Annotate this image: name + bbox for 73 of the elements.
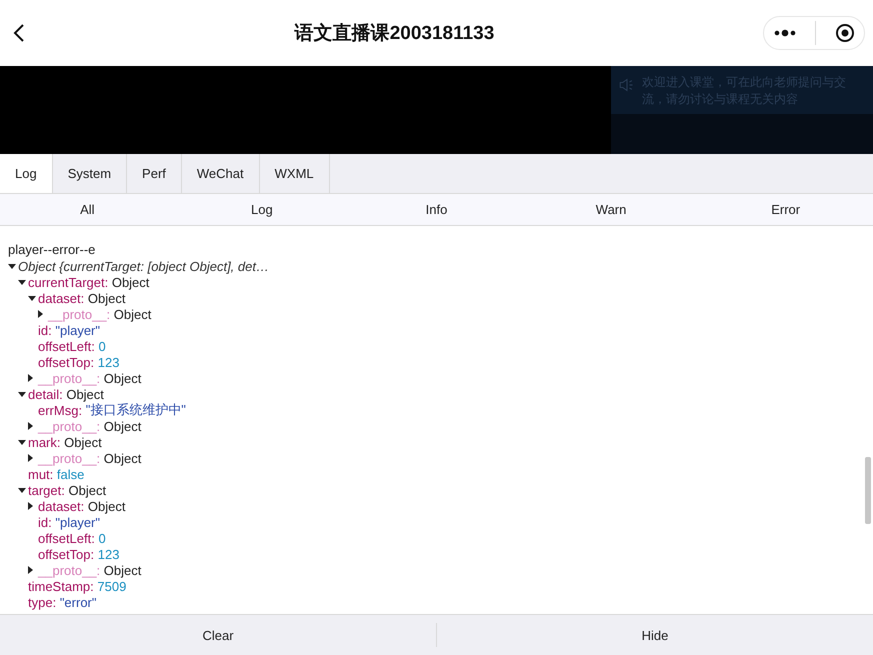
collapsed-arrow-icon[interactable] — [28, 502, 33, 510]
scrollbar-thumb[interactable] — [865, 457, 871, 524]
collapsed-arrow-icon[interactable] — [28, 454, 33, 462]
property-value: "player" — [55, 322, 100, 338]
property-key: dataset: — [38, 498, 84, 514]
property-key: type: — [28, 594, 56, 610]
property-value: "player" — [55, 514, 100, 530]
filter-button[interactable]: Warn — [524, 194, 698, 225]
property-key: offsetLeft: — [38, 530, 95, 546]
page-title: 语文直播课2003181133 — [294, 22, 494, 46]
more-icon[interactable] — [774, 29, 796, 37]
property-key: currentTarget: — [28, 274, 108, 290]
collapsed-arrow-icon[interactable] — [28, 374, 33, 382]
property-key: offsetLeft: — [38, 338, 95, 354]
property-key: __proto__: — [48, 306, 110, 322]
expanded-arrow-icon[interactable] — [18, 392, 26, 396]
collapsed-arrow-icon[interactable] — [38, 310, 43, 318]
property-value: Object — [104, 370, 142, 386]
tab[interactable]: Perf — [127, 154, 182, 193]
property-value: Object — [104, 418, 142, 434]
property-value: 123 — [98, 546, 120, 562]
property-key: mark: — [28, 434, 60, 450]
collapsed-arrow-icon[interactable] — [28, 422, 33, 430]
property-value: Object — [104, 450, 142, 466]
property-key: mut: — [28, 466, 54, 482]
filter-button[interactable]: All — [0, 194, 175, 225]
property-value: Object — [88, 290, 126, 306]
tab[interactable]: WXML — [260, 154, 330, 193]
property-value: Object — [114, 306, 152, 322]
property-key: target: — [28, 482, 65, 498]
expanded-arrow-icon[interactable] — [18, 280, 26, 284]
property-key: errMsg: — [38, 402, 82, 418]
property-value: Object — [66, 386, 104, 402]
property-value: 0 — [98, 530, 106, 546]
property-value: Object — [104, 562, 142, 578]
expanded-arrow-icon[interactable] — [28, 296, 36, 300]
property-value: Object — [112, 274, 150, 290]
property-key: detail: — [28, 386, 63, 402]
property-value: Object — [88, 498, 126, 514]
expanded-arrow-icon[interactable] — [18, 440, 26, 444]
property-value: Object — [68, 482, 106, 498]
property-value: Object — [64, 434, 102, 450]
property-key: offsetTop: — [38, 546, 94, 562]
tab[interactable]: System — [52, 154, 128, 193]
close-icon[interactable] — [834, 23, 854, 43]
expanded-arrow-icon[interactable] — [8, 264, 16, 268]
property-value: 0 — [98, 338, 106, 354]
tab[interactable]: Log — [0, 154, 53, 193]
expanded-arrow-icon[interactable] — [18, 488, 26, 492]
property-key: timeStamp: — [28, 578, 94, 594]
property-key: offsetTop: — [38, 354, 94, 370]
property-key: __proto__: — [38, 418, 100, 434]
property-value: 123 — [98, 354, 120, 370]
property-key: id: — [38, 514, 52, 530]
property-value: false — [56, 466, 84, 482]
property-key: __proto__: — [38, 450, 100, 466]
tab[interactable]: WeChat — [182, 154, 260, 193]
bottom-button[interactable]: Hide — [437, 615, 873, 655]
property-value: "接口系统维护中" — [86, 402, 186, 419]
property-key: dataset: — [38, 290, 84, 306]
property-key: id: — [38, 322, 52, 338]
filter-button[interactable]: Log — [174, 194, 350, 225]
property-key: Object {currentTarget: [object Object], det… — [18, 258, 269, 274]
log-message: player--error--e — [7, 242, 96, 258]
property-key: __proto__: — [38, 562, 100, 578]
property-key: __proto__: — [38, 370, 100, 386]
collapsed-arrow-icon[interactable] — [28, 566, 33, 574]
property-value: 7509 — [97, 578, 126, 594]
filter-button[interactable]: Error — [698, 194, 873, 225]
filter-button[interactable]: Info — [349, 194, 524, 225]
bottom-button[interactable]: Clear — [0, 615, 436, 655]
property-value: "error" — [60, 594, 96, 610]
back-icon[interactable] — [12, 23, 26, 43]
